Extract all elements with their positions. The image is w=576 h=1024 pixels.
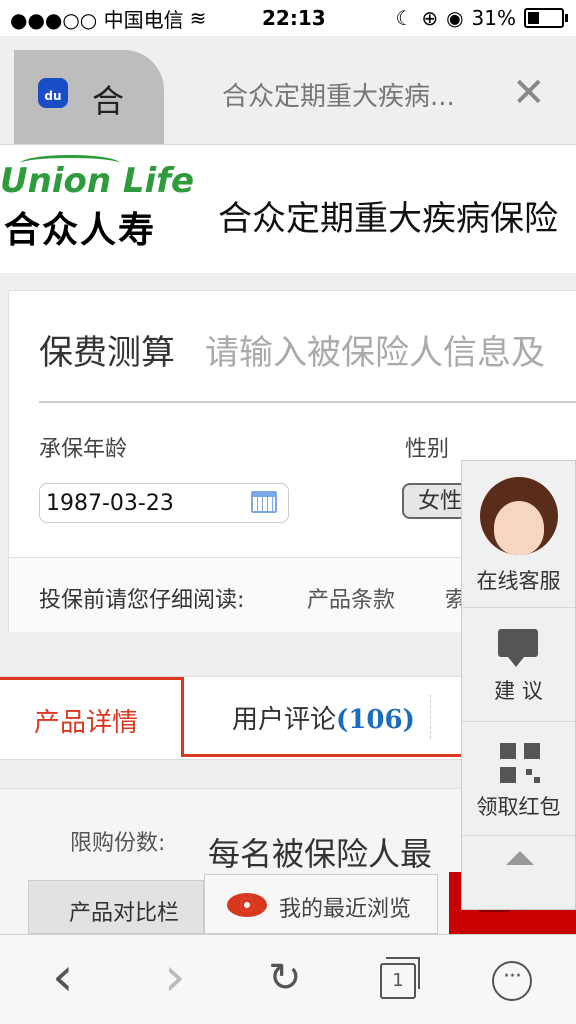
eye-icon [227,893,267,917]
page-title: 合众定期重大疾病保险 [218,199,558,239]
tab-product-detail[interactable]: 产品详情 [0,677,184,757]
age-label: 承保年龄 [39,437,128,462]
recent-views-button[interactable]: 我的最近浏览 [204,874,438,934]
sex-label: 性别 [405,437,450,462]
tabs-icon[interactable]: 1 [380,957,420,999]
purchase-limit-value: 每名被保险人最 [208,835,433,873]
moon-icon: ☾ [395,6,414,30]
notice-text: 投保前请您仔细阅读: [39,588,245,613]
more-menu-icon[interactable]: ··· [492,961,532,1001]
forward-icon[interactable]: › [164,945,186,1008]
terms-link[interactable]: 产品条款 [307,582,395,614]
scroll-top-icon[interactable] [506,851,534,865]
browser-toolbar: ‹ › ↻ 1 ··· [0,934,576,1024]
compare-bar-button[interactable]: 产品对比栏 [28,880,204,934]
review-count: (106) [336,705,415,735]
battery-percent: 31% [471,6,516,30]
alarm-icon: ◉ [446,6,464,30]
status-icons: ☾ ⊕ ◉ 31% [395,6,568,30]
qr-code-icon [500,743,540,783]
red-packet-label: 领取红包 [476,795,561,819]
customer-service-avatar-icon [480,477,558,555]
close-tab-icon[interactable]: ✕ [512,70,546,116]
carrier: ●●●○○ 中国电信 ≋ [10,4,206,33]
tab-separator [430,695,431,739]
calculator-title: 保费测算 [39,333,175,373]
divider [39,401,576,403]
tab-user-reviews-label: 用户评论 [232,705,337,735]
red-packet-button[interactable]: 领取红包 [462,721,575,836]
carrier-label: ●●●○○ 中国电信 [10,7,184,32]
rotation-lock-icon: ⊕ [421,6,439,30]
logo-chinese: 合众人寿 [4,210,157,251]
site-header: Union Life 合众人寿 合众定期重大疾病保险 [0,145,576,273]
suggestion-label: 建 议 [494,679,543,703]
suggestion-button[interactable]: 建 议 [462,607,575,722]
tab-product-detail-label: 产品详情 [34,708,139,738]
status-bar: ●●●○○ 中国电信 ≋ 22:13 ☾ ⊕ ◉ 31% [0,0,576,36]
calendar-icon[interactable] [251,491,277,513]
online-service-label: 在线客服 [476,569,561,593]
tab-active-title: 合 [92,82,125,120]
tab-user-reviews[interactable]: 用户评论(106) [232,699,415,736]
chat-icon [498,629,538,667]
compare-bar-label: 产品对比栏 [69,901,180,926]
calculator-subtitle: 请输入被保险人信息及 [205,333,545,373]
tab-title[interactable]: 合众定期重大疾病... [222,76,455,113]
recent-views-label: 我的最近浏览 [279,897,412,922]
battery-icon [524,8,568,28]
browser-tab-bar: du 合 合众定期重大疾病... ✕ [0,36,576,145]
baidu-paw-icon: du [38,78,68,108]
purchase-limit-label: 限购份数: [70,831,166,856]
online-service-button[interactable]: 在线客服 [462,461,575,608]
logo-english: Union Life [0,161,195,201]
wifi-icon: ≋ [189,6,207,30]
tab-active[interactable] [14,50,164,144]
clock: 22:13 [262,6,326,30]
floating-service-panel: 在线客服 建 议 领取红包 [461,460,576,910]
refresh-icon[interactable]: ↻ [268,955,302,1001]
back-icon[interactable]: ‹ [52,945,74,1008]
